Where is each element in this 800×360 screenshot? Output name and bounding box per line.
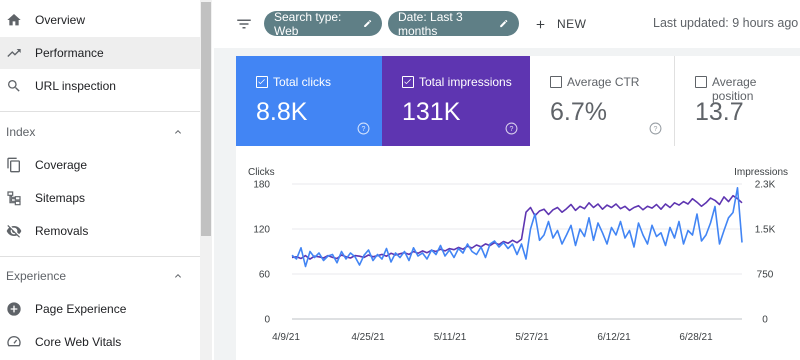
checkbox-checked[interactable] — [402, 76, 414, 88]
home-icon — [7, 14, 21, 26]
series-line-clicks[interactable] — [291, 186, 743, 268]
sitemap-icon — [7, 191, 21, 206]
last-updated-text: Last updated: 9 hours ago — [653, 16, 799, 30]
checkbox-unchecked[interactable] — [695, 76, 707, 88]
metric-value: 13.7 — [695, 98, 744, 126]
metric-title: Average CTR — [567, 75, 640, 89]
chip-label: Date: Last 3 months — [398, 9, 463, 38]
edit-pencil-icon[interactable] — [363, 18, 372, 29]
chevron-up-icon — [175, 274, 181, 278]
y-tick-right: 750 — [757, 270, 774, 281]
edit-pencil-icon[interactable] — [499, 18, 509, 29]
x-tick-label: 6/12/21 — [597, 332, 631, 343]
section-header-experience[interactable]: Experience — [6, 269, 196, 283]
filter-list-icon[interactable] — [235, 15, 253, 33]
y-tick-right: 1.5K — [755, 225, 776, 236]
divider — [0, 111, 200, 112]
sidebar-scrollbar[interactable] — [200, 0, 212, 360]
sidebar-item-label: Coverage — [35, 158, 88, 172]
date-range-filter-chip[interactable]: Date: Last 3 months — [388, 9, 519, 38]
chip-label: Search type: Web — [274, 9, 342, 38]
chevron-up-icon — [175, 130, 181, 134]
sidebar-item-page-experience[interactable]: Page Experience — [0, 293, 200, 325]
help-icon[interactable]: ? — [357, 122, 370, 135]
divider — [0, 256, 200, 257]
metric-card-average-position[interactable]: Average position 13.7 — [675, 56, 800, 146]
sidebar-item-coverage[interactable]: Coverage — [0, 149, 200, 181]
svg-text:?: ? — [654, 126, 658, 133]
search-type-filter-chip[interactable]: Search type: Web — [264, 9, 382, 38]
sidebar-item-removals[interactable]: Removals — [0, 215, 200, 247]
metric-value: 131K — [402, 98, 461, 126]
metric-value: 8.8K — [256, 98, 308, 126]
x-tick-label: 4/25/21 — [351, 332, 385, 343]
sidebar-item-label: Sitemaps — [35, 191, 86, 205]
sidebar-item-label: Page Experience — [35, 302, 127, 316]
metric-value: 6.7% — [550, 98, 607, 126]
y-axis-right-title: Impressions — [734, 167, 788, 178]
sidebar-item-label: Core Web Vitals — [35, 335, 122, 349]
chart-svg[interactable]: Clicks Impressions 180 2.3K 120 1.5K 60 750 0 0… — [236, 146, 800, 360]
sidebar-item-performance[interactable]: Performance — [0, 37, 200, 69]
x-tick-label: 5/27/21 — [515, 332, 549, 343]
filter-bar: Search type: Web Date: Last 3 months NEW… — [214, 0, 800, 48]
sidebar-item-label: Overview — [35, 13, 86, 27]
visibility-off-icon — [6, 225, 22, 238]
y-tick-right: 0 — [762, 315, 768, 326]
metric-card-total-impressions[interactable]: Total impressions 131K ? — [382, 56, 530, 146]
y-tick-right: 2.3K — [755, 180, 776, 191]
sidebar-item-sitemaps[interactable]: Sitemaps — [0, 182, 200, 214]
y-axis-left-title: Clicks — [248, 167, 275, 178]
x-tick-label: 5/11/21 — [434, 332, 467, 343]
metric-card-total-clicks[interactable]: Total clicks 8.8K ? — [236, 56, 382, 146]
trending-up-icon — [7, 49, 21, 57]
checkbox-checked[interactable] — [256, 76, 268, 88]
copy-pages-icon — [7, 157, 20, 173]
sidebar-item-overview[interactable]: Overview — [0, 4, 200, 36]
help-icon[interactable]: ? — [649, 122, 662, 135]
y-tick-left: 120 — [253, 225, 270, 236]
new-button-label: NEW — [557, 17, 587, 31]
metric-title: Total impressions — [419, 75, 512, 89]
y-tick-left: 180 — [253, 180, 270, 191]
metric-card-average-ctr[interactable]: Average CTR 6.7% ? — [530, 56, 675, 146]
speed-gauge-icon — [7, 335, 21, 347]
sidebar-item-core-web-vitals[interactable]: Core Web Vitals — [0, 326, 200, 358]
x-tick-label: 4/9/21 — [272, 332, 300, 343]
y-tick-left: 0 — [264, 315, 270, 326]
help-icon[interactable]: ? — [505, 122, 518, 135]
sidebar-item-label: URL inspection — [35, 79, 116, 93]
scrollbar-thumb[interactable] — [201, 2, 211, 236]
add-circle-icon — [7, 302, 21, 316]
svg-text:?: ? — [510, 126, 514, 133]
search-console-performance: Overview Performance URL inspection Inde… — [0, 0, 800, 360]
plus-icon — [536, 20, 545, 28]
check-icon — [258, 79, 265, 85]
section-header-index[interactable]: Index — [6, 125, 196, 139]
section-label: Experience — [6, 269, 67, 283]
sidebar: Overview Performance URL inspection Inde… — [0, 0, 200, 360]
metric-title: Total clicks — [273, 75, 332, 89]
checkbox-unchecked[interactable] — [550, 76, 562, 88]
new-filter-button[interactable]: NEW — [534, 13, 587, 35]
sidebar-item-label: Performance — [35, 46, 104, 60]
series-line-impressions[interactable] — [291, 194, 743, 260]
svg-text:?: ? — [362, 126, 366, 133]
sidebar-item-label: Removals — [35, 224, 89, 238]
check-icon — [404, 79, 411, 85]
search-icon — [8, 80, 20, 92]
sidebar-item-url-inspection[interactable]: URL inspection — [0, 70, 200, 102]
x-tick-label: 6/28/21 — [679, 332, 713, 343]
section-label: Index — [6, 125, 36, 139]
y-tick-left: 60 — [259, 270, 271, 281]
performance-chart[interactable]: Clicks Impressions 180 2.3K 120 1.5K 60 750 0 0… — [236, 146, 800, 360]
